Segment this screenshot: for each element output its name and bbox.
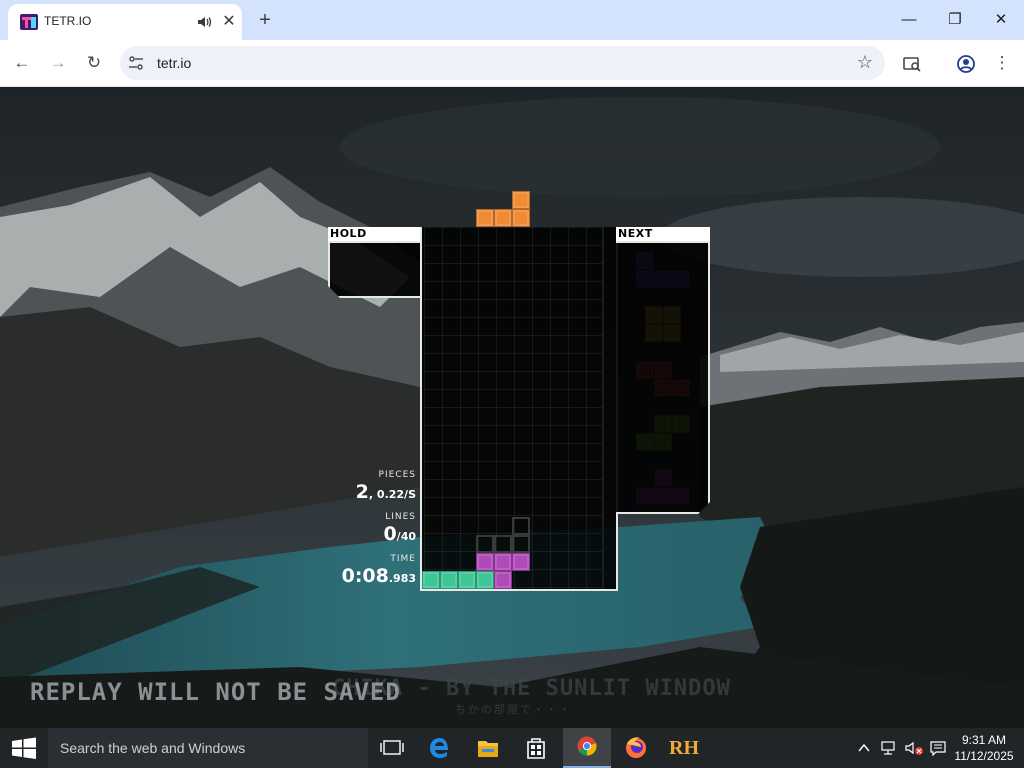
time-main: 0:08	[341, 565, 389, 587]
board-cell-i	[458, 571, 476, 589]
site-info-icon[interactable]	[128, 55, 144, 71]
reload-button[interactable]: ↻	[82, 51, 106, 75]
lines-value: 0	[383, 523, 397, 545]
board-cell-i	[476, 571, 494, 589]
lines-label: LINES	[385, 512, 416, 522]
falling-piece-cell	[512, 209, 530, 227]
browser-toolbar: ← → ↻ tetr.io ☆ ⋮	[0, 40, 1024, 87]
action-center-icon[interactable]	[930, 740, 946, 756]
board-cell-t	[494, 553, 512, 571]
file-explorer-icon[interactable]	[464, 728, 512, 768]
next-queue-panel	[616, 241, 710, 514]
falling-piece-cell	[494, 209, 512, 227]
pieces-stat: 2, 0.22/S	[356, 481, 416, 503]
task-view-icon[interactable]	[368, 728, 416, 768]
game-viewport[interactable]: HOLD NEXT PIECES 2, 0.22/S LINES 0/40 TI…	[0, 87, 1024, 728]
garbage-meter	[602, 227, 618, 591]
tab-tetrio[interactable]: TETR.IO ✕	[8, 4, 242, 40]
falling-piece-cell	[512, 191, 530, 209]
rh-app-icon[interactable]: RH	[660, 728, 708, 768]
minimize-button[interactable]: —	[896, 8, 922, 32]
clock[interactable]: 9:31 AM 11/12/2025	[952, 732, 1016, 764]
store-icon[interactable]	[512, 728, 560, 768]
windows-start-icon[interactable]	[0, 728, 48, 768]
time-ms: .983	[388, 572, 416, 585]
search-placeholder[interactable]: Search the web and Windows	[60, 740, 245, 756]
new-tab-button[interactable]: +	[254, 9, 276, 31]
bookmark-star-icon[interactable]: ☆	[857, 52, 873, 73]
pieces-value: 2	[355, 481, 369, 503]
replay-notice: REPLAY WILL NOT BE SAVED	[30, 678, 401, 706]
edge-icon[interactable]	[416, 728, 464, 768]
lines-goal: /40	[396, 530, 416, 543]
volume-muted-icon[interactable]	[904, 740, 924, 756]
time-stat: 0:08.983	[342, 565, 416, 587]
profile-icon[interactable]	[955, 53, 977, 75]
taskbar-search-box[interactable]: Search the web and Windows	[48, 728, 368, 768]
ghost-piece-cell	[512, 535, 530, 553]
lines-stat: 0/40	[383, 523, 416, 545]
maximize-button[interactable]: ❐	[942, 8, 968, 32]
board-cell-t	[512, 553, 530, 571]
board-cell-t	[494, 571, 512, 589]
ghost-piece-cell	[512, 517, 530, 535]
close-window-button[interactable]: ✕	[988, 8, 1014, 32]
speaker-icon[interactable]	[196, 14, 212, 30]
forward-button[interactable]: →	[46, 51, 70, 75]
clock-date: 11/12/2025	[954, 749, 1014, 763]
network-icon[interactable]	[880, 740, 898, 756]
pieces-rate: , 0.22/S	[368, 488, 416, 501]
back-button[interactable]: ←	[10, 51, 34, 75]
address-bar[interactable]: tetr.io ☆	[120, 46, 885, 80]
ghost-piece-cell	[494, 535, 512, 553]
tab-search-icon[interactable]	[901, 53, 923, 75]
taskbar: Search the web and Windows RH 9:31 AM 11…	[0, 728, 1024, 768]
chrome-icon[interactable]	[563, 728, 611, 768]
board-cell-i	[422, 571, 440, 589]
tab-strip: TETR.IO ✕ + — ❐ ✕	[0, 0, 1024, 40]
firefox-icon[interactable]	[612, 728, 660, 768]
clock-time: 9:31 AM	[961, 733, 1007, 747]
pieces-label: PIECES	[378, 470, 416, 480]
song-subtitle: ちかの部屋で・・・	[455, 704, 572, 716]
show-hidden-icons-chevron-icon[interactable]	[856, 740, 872, 756]
close-tab-icon[interactable]: ✕	[220, 13, 238, 31]
ghost-piece-cell	[476, 535, 494, 553]
time-label: TIME	[390, 554, 416, 564]
falling-piece-cell	[476, 209, 494, 227]
url-text[interactable]: tetr.io	[157, 55, 191, 71]
tab-title: TETR.IO	[44, 14, 92, 28]
tetrio-favicon-icon	[20, 14, 38, 30]
hold-panel	[328, 241, 422, 298]
board-cell-i	[440, 571, 458, 589]
hold-label: HOLD	[328, 227, 422, 241]
next-label: NEXT	[616, 227, 710, 241]
board-cell-t	[476, 553, 494, 571]
browser-menu-icon[interactable]: ⋮	[990, 51, 1014, 75]
